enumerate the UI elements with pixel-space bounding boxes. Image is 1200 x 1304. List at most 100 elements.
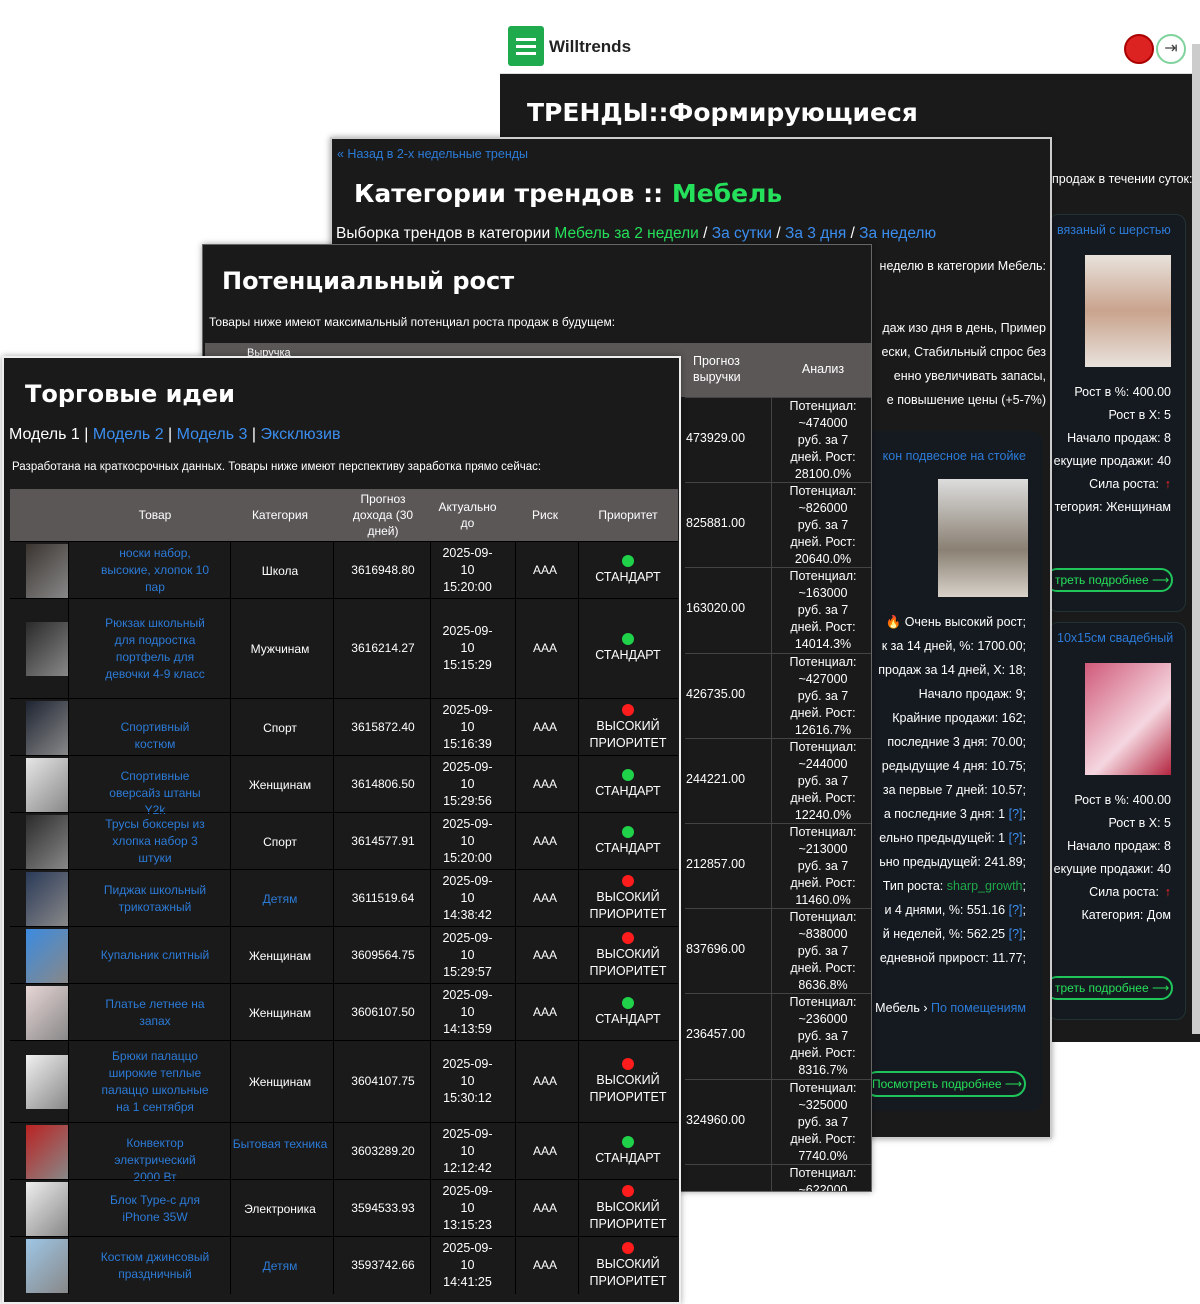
col-product[interactable]: Товар: [105, 507, 205, 523]
para-line: ески, Стабильный спрос без: [881, 345, 1046, 359]
product-link[interactable]: Рюкзак школьный для подростка портфель д…: [100, 615, 210, 683]
details-button[interactable]: треть подробнее ⟶: [1045, 568, 1173, 592]
period-link-day[interactable]: За сутки: [712, 225, 772, 242]
help-link[interactable]: [?]: [1009, 831, 1023, 845]
table-row[interactable]: Блок Type-c для iPhone 35W Электроника 359…: [10, 1179, 678, 1237]
product-thumbnail[interactable]: [26, 814, 68, 869]
column-divider: [333, 542, 334, 599]
product-link[interactable]: Трусы боксеры из хлопка набор 3 штуки: [100, 816, 210, 867]
date-line: 2025-09-: [442, 545, 493, 560]
stat-line: ьно предыдущей: 241.89;: [879, 855, 1026, 869]
col-analysis[interactable]: Анализ: [773, 361, 871, 377]
stat-line: за первые 7 дней: 10.57;: [882, 783, 1026, 797]
logout-icon[interactable]: ⇥: [1156, 34, 1186, 64]
category-cell[interactable]: Детям: [230, 891, 330, 907]
product-link[interactable]: Брюки палаццо широкие теплые палаццо шко…: [100, 1048, 210, 1116]
analysis-line: руб. за 7: [797, 944, 849, 959]
card-caption[interactable]: 10х15см свадебный: [1057, 631, 1173, 645]
details-button[interactable]: треть подробнее ⟶: [1045, 976, 1173, 1000]
category-cell: Женщинам: [248, 1005, 312, 1020]
column-divider: [430, 1123, 431, 1180]
breadcrumb-link[interactable]: По помещениям: [931, 1001, 1026, 1015]
help-link[interactable]: [?]: [1009, 903, 1023, 917]
product-link[interactable]: Блок Type-c для iPhone 35W: [100, 1192, 210, 1226]
date-cell: 2025-09- 10 15:16:39: [430, 702, 505, 753]
date-line: 2025-09-: [442, 1126, 493, 1141]
product-thumbnail[interactable]: [26, 757, 68, 812]
product-thumbnail[interactable]: [26, 871, 68, 926]
avatar[interactable]: [1124, 34, 1154, 64]
scrollbar[interactable]: [1192, 44, 1200, 1034]
product-link[interactable]: носки набор, высокие, хлопок 10 пар: [100, 545, 210, 596]
category-cell[interactable]: Бытовая техника: [230, 1136, 330, 1152]
tab-exclusive[interactable]: Эксклюзив: [260, 426, 340, 443]
model-tabs: Модель 1 | Модель 2 | Модель 3 | Эксклюз…: [9, 426, 340, 444]
stat-line: продаж за 14 дней, Х: 18;: [878, 663, 1026, 677]
green-dot-icon: [622, 554, 634, 567]
col-actual[interactable]: Актуально до: [430, 499, 505, 531]
category-cell[interactable]: Детям: [230, 1258, 330, 1274]
table-row[interactable]: Конвектор электрический 2000 Вт Бытовая т…: [10, 1122, 678, 1184]
green-dot-icon: [622, 996, 634, 1009]
date-line: 2025-09-: [442, 930, 493, 945]
back-link[interactable]: « Назад в 2-х недельные тренды: [337, 147, 528, 161]
tab-model-2[interactable]: Модель 2: [93, 426, 164, 443]
column-divider: [771, 397, 772, 1191]
col-priority[interactable]: Приоритет: [578, 507, 678, 523]
product-thumbnail[interactable]: [26, 928, 68, 983]
product-link[interactable]: Купальник слитный: [100, 947, 210, 964]
column-divider: [430, 1041, 431, 1123]
help-link[interactable]: [?]: [1009, 807, 1023, 821]
help-link[interactable]: [?]: [1009, 927, 1023, 941]
product-link[interactable]: Пиджак школьный трикотажный: [100, 882, 210, 916]
product-link[interactable]: Спортивный костюм: [100, 719, 210, 753]
tab-model-3[interactable]: Модель 3: [177, 426, 248, 443]
table-row[interactable]: Брюки палаццо широкие теплые палаццо шко…: [10, 1040, 678, 1123]
menu-icon[interactable]: [508, 26, 544, 66]
date-line: 2025-09-: [442, 1240, 493, 1255]
card-caption[interactable]: вязаный с шерстью: [1057, 223, 1171, 237]
period-link-week[interactable]: За неделю: [859, 225, 936, 242]
product-link[interactable]: Спортивные оверсайз штаны Y2k: [100, 768, 210, 819]
details-button[interactable]: Посмотреть подробнее ⟶: [864, 1071, 1026, 1097]
product-thumbnail[interactable]: [26, 622, 68, 676]
product-thumbnail[interactable]: [26, 1238, 68, 1293]
analysis-line: Потенциал:: [789, 484, 857, 499]
table-row[interactable]: Платье летнее на запах Женщинам 3606107.50…: [10, 983, 678, 1041]
column-divider: [68, 813, 69, 870]
date-line: 15:15:29: [443, 658, 492, 672]
window-trade-ideas: Торговые идеи Модель 1 | Модель 2 | Моде…: [2, 356, 681, 1304]
col-category[interactable]: Категория: [230, 507, 330, 523]
tab-model-1[interactable]: Модель 1: [9, 426, 80, 443]
product-link[interactable]: Костюм джинсовый праздничный: [100, 1249, 210, 1283]
green-dot-icon: [622, 768, 634, 781]
table-row[interactable]: Костюм джинсовый праздничный Детям 3593742…: [10, 1236, 678, 1294]
analysis-line: руб. за 7: [797, 688, 849, 703]
product-thumbnail[interactable]: [26, 543, 68, 598]
table-row[interactable]: Пиджак школьный трикотажный Детям 3611519.…: [10, 869, 678, 927]
product-thumbnail[interactable]: [26, 1124, 68, 1179]
table-row[interactable]: Трусы боксеры из хлопка набор 3 штуки Спо…: [10, 812, 678, 870]
product-thumbnail[interactable]: [26, 985, 68, 1040]
table-row[interactable]: Рюкзак школьный для подростка портфель д…: [10, 598, 678, 699]
table-row[interactable]: Спортивный костюм Спорт 3615872.40 2025-09-…: [10, 698, 678, 756]
col-forecast[interactable]: Прогноз выручки: [693, 353, 763, 385]
table-row[interactable]: Спортивные оверсайз штаны Y2k Женщинам 361…: [10, 755, 678, 817]
table-row[interactable]: Купальник слитный Женщинам 3609564.75 2025-…: [10, 926, 678, 984]
period-link-3days[interactable]: За 3 дня: [785, 225, 846, 242]
card-caption[interactable]: кон подвесное на стойке: [883, 449, 1026, 463]
product-link[interactable]: Платье летнее на запах: [100, 996, 210, 1030]
table-header: Товар Категория Прогноз дохода (30 дней)…: [10, 489, 678, 541]
product-thumbnail[interactable]: [26, 700, 68, 755]
col-risk[interactable]: Риск: [515, 507, 575, 523]
product-thumbnail[interactable]: [26, 1181, 68, 1236]
date-line: 13:15:23: [443, 1217, 492, 1232]
analysis-line: Потенциал:: [789, 995, 857, 1010]
product-thumbnail[interactable]: [26, 1055, 68, 1109]
page-title: Торговые идеи: [25, 380, 235, 408]
table-row[interactable]: носки набор, высокие, хлопок 10 пар Школа…: [10, 541, 678, 599]
product-link[interactable]: Конвектор электрический 2000 Вт: [100, 1135, 210, 1186]
col-forecast[interactable]: Прогноз дохода (30 дней): [343, 491, 423, 539]
date-line: 12:12:42: [443, 1160, 492, 1175]
column-divider: [430, 813, 431, 870]
